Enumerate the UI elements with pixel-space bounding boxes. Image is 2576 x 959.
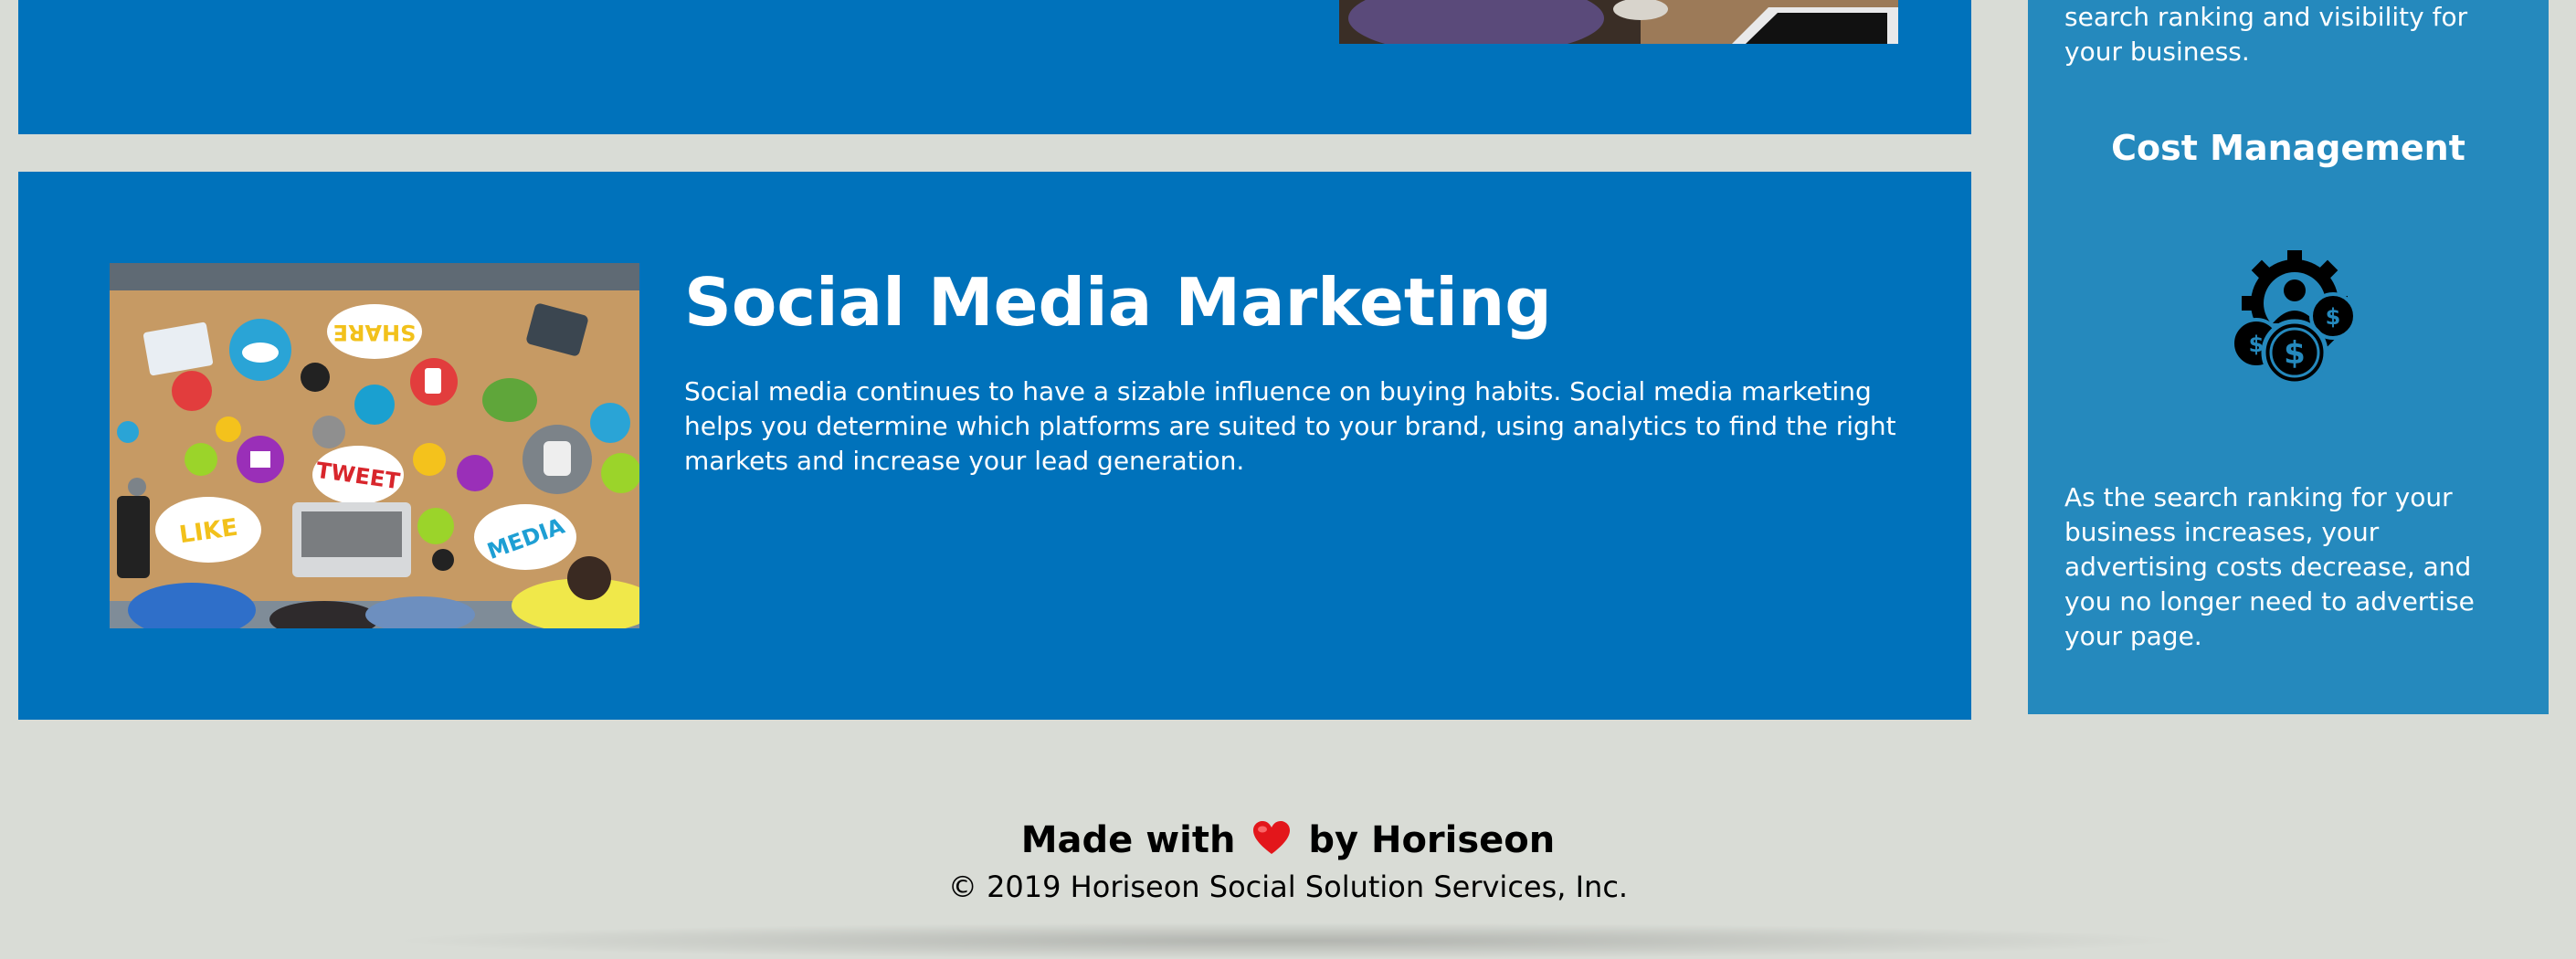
heart-icon bbox=[1253, 820, 1291, 864]
svg-text:SHARE: SHARE bbox=[333, 320, 417, 345]
by-horiseon-text: by Horiseon bbox=[1308, 819, 1556, 861]
made-with-text: Made with bbox=[1020, 819, 1236, 861]
section-title: Social Media Marketing bbox=[684, 264, 1552, 341]
svg-text:$: $ bbox=[2249, 332, 2265, 357]
search-ranking-text: search ranking and visibility for your b… bbox=[2064, 2, 2468, 67]
previous-section-panel bbox=[18, 0, 1971, 134]
benefits-sidebar: search ranking and visibility for your b… bbox=[2028, 0, 2549, 714]
copyright-text: © 2019 Horiseon Social Solution Services… bbox=[947, 869, 1629, 904]
footer-shadow bbox=[384, 922, 2192, 959]
cost-management-title: Cost Management bbox=[2111, 128, 2465, 168]
svg-text:$: $ bbox=[2284, 335, 2306, 372]
made-with-line: Made with by Horiseon bbox=[0, 820, 2576, 864]
cost-management-icon: $ $ $ bbox=[2222, 247, 2368, 393]
page-footer: Made with by Horiseon © 2019 Horiseon So… bbox=[0, 804, 2576, 939]
previous-section-image bbox=[1339, 0, 1898, 44]
svg-text:$: $ bbox=[2326, 304, 2341, 330]
cost-management-text: As the search ranking for your business … bbox=[2064, 482, 2475, 651]
social-media-marketing-section: SHARE TWEET LIKE MEDIA Social Media Mark… bbox=[18, 172, 1971, 720]
social-media-marketing-image: SHARE TWEET LIKE MEDIA bbox=[110, 263, 639, 628]
section-description: Social media continues to have a sizable… bbox=[684, 376, 1896, 476]
